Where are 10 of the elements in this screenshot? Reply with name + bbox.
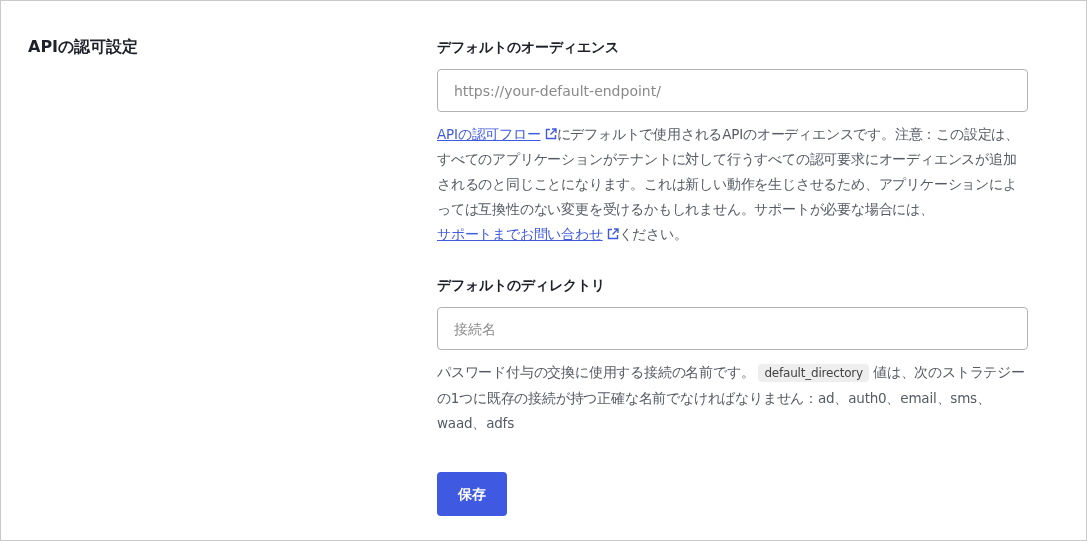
field-label: デフォルトのディレクトリ bbox=[437, 276, 606, 295]
section-title: APIの認可設定 bbox=[28, 36, 140, 58]
input-field[interactable]: 接続名 bbox=[437, 307, 1028, 350]
input-field[interactable]: https://your-default-endpoint/ bbox=[437, 69, 1028, 112]
external-link-icon bbox=[544, 128, 557, 140]
help-text: パスワード付与の交換に使用する接続の名前です。 default_directory 値は、次のストラテジーの1つに既存の接続が持つ正確な名前でなければなりません：ad、auth0、email、sms、waad、adfs bbox=[437, 363, 1026, 433]
field-label: デフォルトのオーディエンス bbox=[437, 38, 620, 57]
link[interactable]: APIの認可フロー bbox=[437, 126, 557, 142]
external-link-icon bbox=[606, 228, 619, 240]
save-button[interactable]: 保存 bbox=[437, 472, 507, 516]
